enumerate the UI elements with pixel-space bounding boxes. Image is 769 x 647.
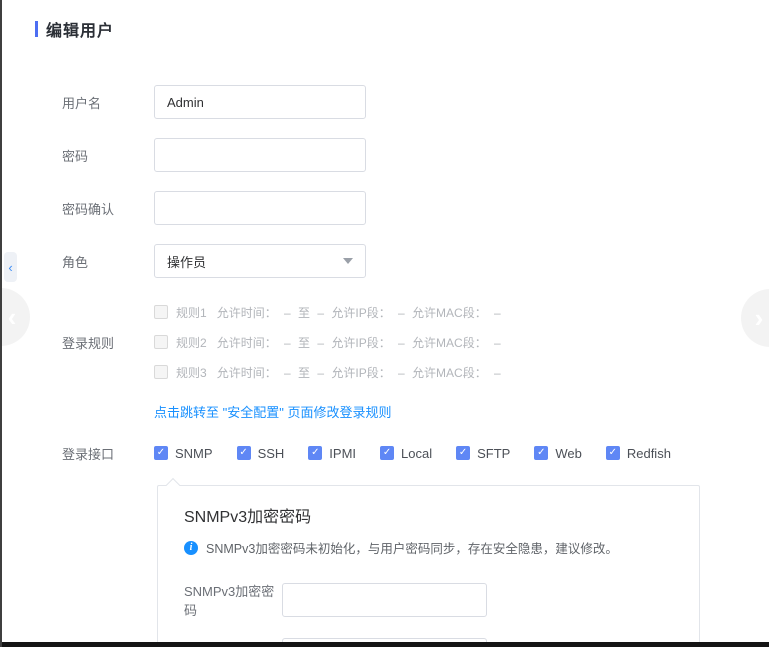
sidebar-collapse-handle[interactable]: ‹ [4, 252, 17, 282]
ssh-checkbox[interactable] [237, 446, 251, 460]
info-icon: i [184, 541, 198, 555]
rule2-name: 规则2 [176, 334, 207, 351]
snmp-checkbox[interactable] [154, 446, 168, 460]
login-rule-item: 规则1 允许时间： – 至 – 允许IP段： – 允许MAC段： – [154, 297, 501, 327]
password-row: 密码 [62, 138, 769, 172]
snmpv3-notice-text: SNMPv3加密密码未初始化，与用户密码同步，存在安全隐患，建议修改。 [206, 538, 618, 557]
login-rule-item: 规则2 允许时间： – 至 – 允许IP段： – 允许MAC段： – [154, 327, 501, 357]
snmpv3-notice: i SNMPv3加密密码未初始化，与用户密码同步，存在安全隐患，建议修改。 [184, 538, 673, 557]
role-selected-value: 操作员 [167, 252, 206, 271]
panel-caret [166, 478, 180, 492]
snmp-label: SNMP [175, 446, 213, 461]
login-rules-row: 登录规则 规则1 允许时间： – 至 – 允许IP段： – 允许MAC段： – … [62, 297, 769, 387]
chevron-down-icon [343, 258, 353, 264]
rule3-checkbox[interactable] [154, 365, 168, 379]
bottom-edge-bar [2, 642, 769, 647]
interface-option-snmp[interactable]: SNMP [154, 446, 213, 461]
sftp-checkbox[interactable] [456, 446, 470, 460]
redfish-checkbox[interactable] [606, 446, 620, 460]
role-label: 角色 [62, 252, 154, 271]
snmpv3-password-input[interactable] [282, 583, 487, 617]
username-label: 用户名 [62, 93, 154, 112]
snmpv3-password-row: SNMPv3加密密码 [184, 581, 673, 619]
interface-option-ipmi[interactable]: IPMI [308, 446, 356, 461]
interface-option-local[interactable]: Local [380, 446, 432, 461]
rule2-checkbox[interactable] [154, 335, 168, 349]
chevron-left-icon: ‹ [8, 261, 12, 274]
sftp-label: SFTP [477, 446, 510, 461]
edit-user-page: 编辑用户 用户名 密码 密码确认 角色 操作员 登录规则 [0, 0, 769, 647]
rule1-checkbox[interactable] [154, 305, 168, 319]
chevron-right-icon: › [755, 303, 764, 334]
chevron-left-icon: ‹ [8, 302, 17, 333]
role-select[interactable]: 操作员 [154, 244, 366, 278]
password-confirm-row: 密码确认 [62, 191, 769, 225]
role-row: 角色 操作员 [62, 244, 769, 278]
login-interfaces-label: 登录接口 [62, 444, 154, 463]
local-checkbox[interactable] [380, 446, 394, 460]
page-title: 编辑用户 [46, 17, 114, 41]
interface-option-sftp[interactable]: SFTP [456, 446, 510, 461]
password-confirm-input[interactable] [154, 191, 366, 225]
redfish-label: Redfish [627, 446, 671, 461]
login-interfaces-list: SNMP SSH IPMI Local SFTP [154, 446, 695, 461]
ipmi-label: IPMI [329, 446, 356, 461]
title-accent-bar [35, 21, 38, 37]
interface-option-ssh[interactable]: SSH [237, 446, 285, 461]
ssh-label: SSH [258, 446, 285, 461]
login-rules-list: 规则1 允许时间： – 至 – 允许IP段： – 允许MAC段： – 规则2 允… [154, 297, 501, 387]
snmpv3-panel-title: SNMPv3加密密码 [184, 503, 673, 527]
edit-user-form: 用户名 密码 密码确认 角色 操作员 登录规则 规则1 允许时间： [2, 85, 769, 647]
web-checkbox[interactable] [534, 446, 548, 460]
password-confirm-label: 密码确认 [62, 199, 154, 218]
login-rules-label: 登录规则 [62, 333, 154, 352]
login-interfaces-row: 登录接口 SNMP SSH IPMI Local [62, 436, 769, 470]
ipmi-checkbox[interactable] [308, 446, 322, 460]
snmpv3-password-label: SNMPv3加密密码 [184, 581, 282, 619]
password-input[interactable] [154, 138, 366, 172]
rule3-name: 规则3 [176, 364, 207, 381]
rule1-detail: 允许时间： – 至 – 允许IP段： – 允许MAC段： – [217, 304, 501, 321]
local-label: Local [401, 446, 432, 461]
password-label: 密码 [62, 146, 154, 165]
page-header: 编辑用户 [2, 0, 769, 41]
interface-option-web[interactable]: Web [534, 446, 582, 461]
security-config-link[interactable]: 点击跳转至 "安全配置" 页面修改登录规则 [154, 402, 391, 421]
rule2-detail: 允许时间： – 至 – 允许IP段： – 允许MAC段： – [217, 334, 501, 351]
login-rule-item: 规则3 允许时间： – 至 – 允许IP段： – 允许MAC段： – [154, 357, 501, 387]
snmpv3-panel: SNMPv3加密密码 i SNMPv3加密密码未初始化，与用户密码同步，存在安全… [157, 485, 700, 647]
username-input[interactable] [154, 85, 366, 119]
interface-option-redfish[interactable]: Redfish [606, 446, 671, 461]
rule3-detail: 允许时间： – 至 – 允许IP段： – 允许MAC段： – [217, 364, 501, 381]
username-row: 用户名 [62, 85, 769, 119]
rule1-name: 规则1 [176, 304, 207, 321]
web-label: Web [555, 446, 582, 461]
